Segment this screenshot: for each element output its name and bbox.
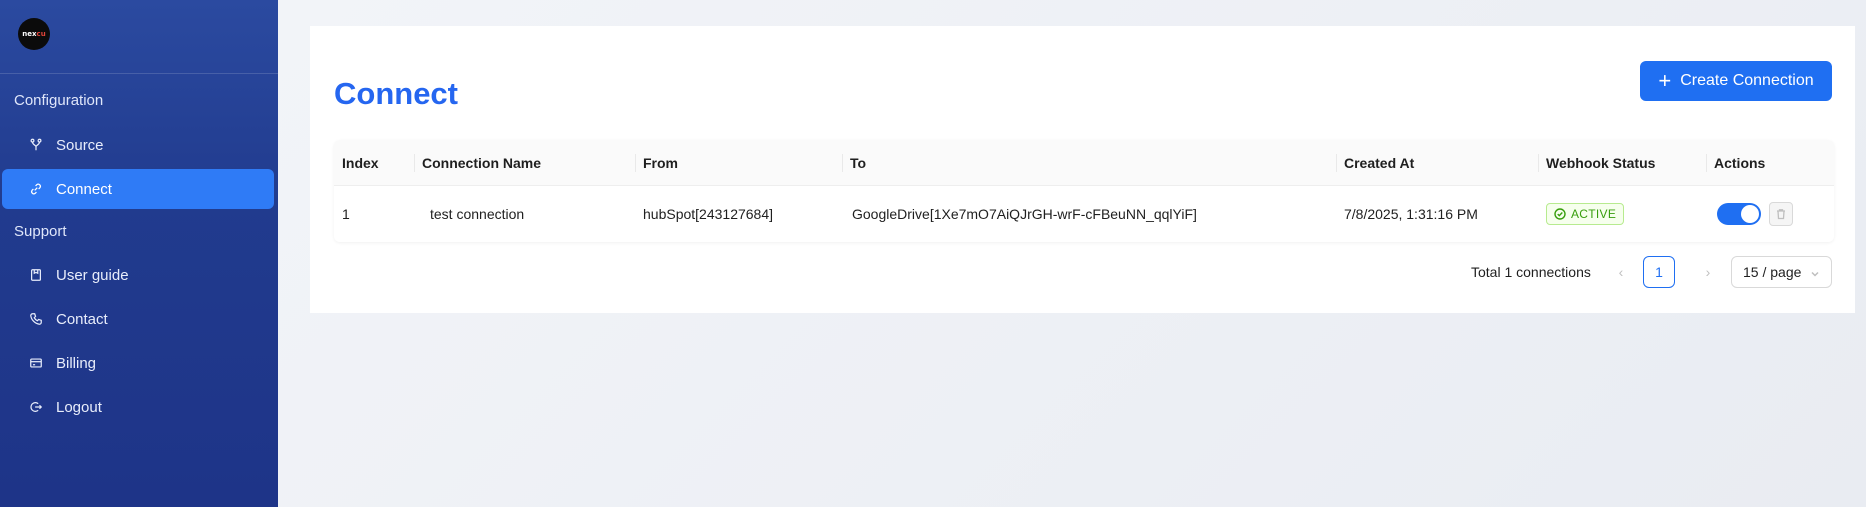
create-connection-label: Create Connection <box>1680 72 1814 89</box>
cell-connection-name: test connection <box>430 206 525 222</box>
section-label-support: Support <box>14 223 67 240</box>
webhook-toggle[interactable] <box>1717 203 1761 225</box>
logo-accent-text: cu <box>36 30 46 38</box>
connections-card: Connect + Create Connection Index Connec… <box>310 26 1855 313</box>
credit-card-icon <box>28 355 44 371</box>
sidebar-item-logout[interactable]: Logout <box>2 387 274 427</box>
brand-header: nex cu <box>0 0 278 74</box>
logout-icon <box>28 399 44 415</box>
sidebar-item-label: User guide <box>56 266 129 284</box>
column-header-to: To <box>841 140 866 185</box>
column-header-webhook-status: Webhook Status <box>1537 140 1655 185</box>
sidebar: nex cu Configuration Source Connect Suppo… <box>0 0 278 507</box>
cell-created-at: 7/8/2025, 1:31:16 PM <box>1344 206 1478 222</box>
book-icon <box>28 267 44 283</box>
pagination: Total 1 connections ‹ 1 › 15 / page <box>310 256 1855 288</box>
section-label-configuration: Configuration <box>14 92 104 109</box>
next-page-button[interactable]: › <box>1692 256 1724 288</box>
table-header: Index Connection Name From To Created At… <box>334 140 1834 186</box>
sidebar-item-label: Contact <box>56 310 108 328</box>
page-title: Connect <box>334 76 458 111</box>
check-circle-icon <box>1554 208 1566 220</box>
column-header-created-at: Created At <box>1335 140 1414 185</box>
link-icon <box>28 181 44 197</box>
create-connection-button[interactable]: + Create Connection <box>1640 61 1832 101</box>
sidebar-item-connect[interactable]: Connect <box>2 169 274 209</box>
fork-icon <box>28 137 44 153</box>
sidebar-item-label: Billing <box>56 354 97 372</box>
sidebar-item-user-guide[interactable]: User guide <box>2 255 274 295</box>
page-size-value: 15 / page <box>1743 264 1802 280</box>
sidebar-item-billing[interactable]: Billing <box>2 343 274 383</box>
status-badge: ACTIVE <box>1546 203 1625 225</box>
phone-icon <box>28 311 44 327</box>
status-text: ACTIVE <box>1571 207 1617 221</box>
delete-button[interactable] <box>1769 202 1793 226</box>
column-header-index: Index <box>342 154 379 171</box>
sidebar-item-contact[interactable]: Contact <box>2 299 274 339</box>
cell-webhook-status: ACTIVE <box>1546 186 1625 242</box>
sidebar-item-label: Connect <box>56 180 112 198</box>
cell-from: hubSpot[243127684] <box>643 206 774 222</box>
cell-to: GoogleDrive[1Xe7mO7AiQJrGH-wrF-cFBeuNN_q… <box>852 206 1197 222</box>
plus-icon: + <box>1658 68 1672 93</box>
cell-actions <box>1717 186 1793 242</box>
chevron-down-icon <box>1810 266 1822 278</box>
company-logo[interactable]: nex cu <box>18 18 50 50</box>
connections-table: Index Connection Name From To Created At… <box>334 140 1834 242</box>
logo-text: nex <box>22 30 37 38</box>
page-1-button[interactable]: 1 <box>1643 256 1675 288</box>
sidebar-item-label: Logout <box>56 398 102 416</box>
cell-index: 1 <box>342 206 350 222</box>
table-row: 1 test connection hubSpot[243127684] Goo… <box>334 186 1834 242</box>
page-size-select[interactable]: 15 / page <box>1731 256 1832 288</box>
previous-page-button[interactable]: ‹ <box>1605 256 1637 288</box>
trash-icon <box>1777 209 1785 220</box>
column-header-from: From <box>635 140 678 185</box>
toggle-knob <box>1741 205 1759 223</box>
sidebar-item-source[interactable]: Source <box>2 125 274 165</box>
column-header-connection-name: Connection Name <box>413 140 541 185</box>
column-header-actions: Actions <box>1705 140 1765 185</box>
sidebar-item-label: Source <box>56 136 104 154</box>
total-count-text: Total 1 connections <box>1471 264 1591 280</box>
